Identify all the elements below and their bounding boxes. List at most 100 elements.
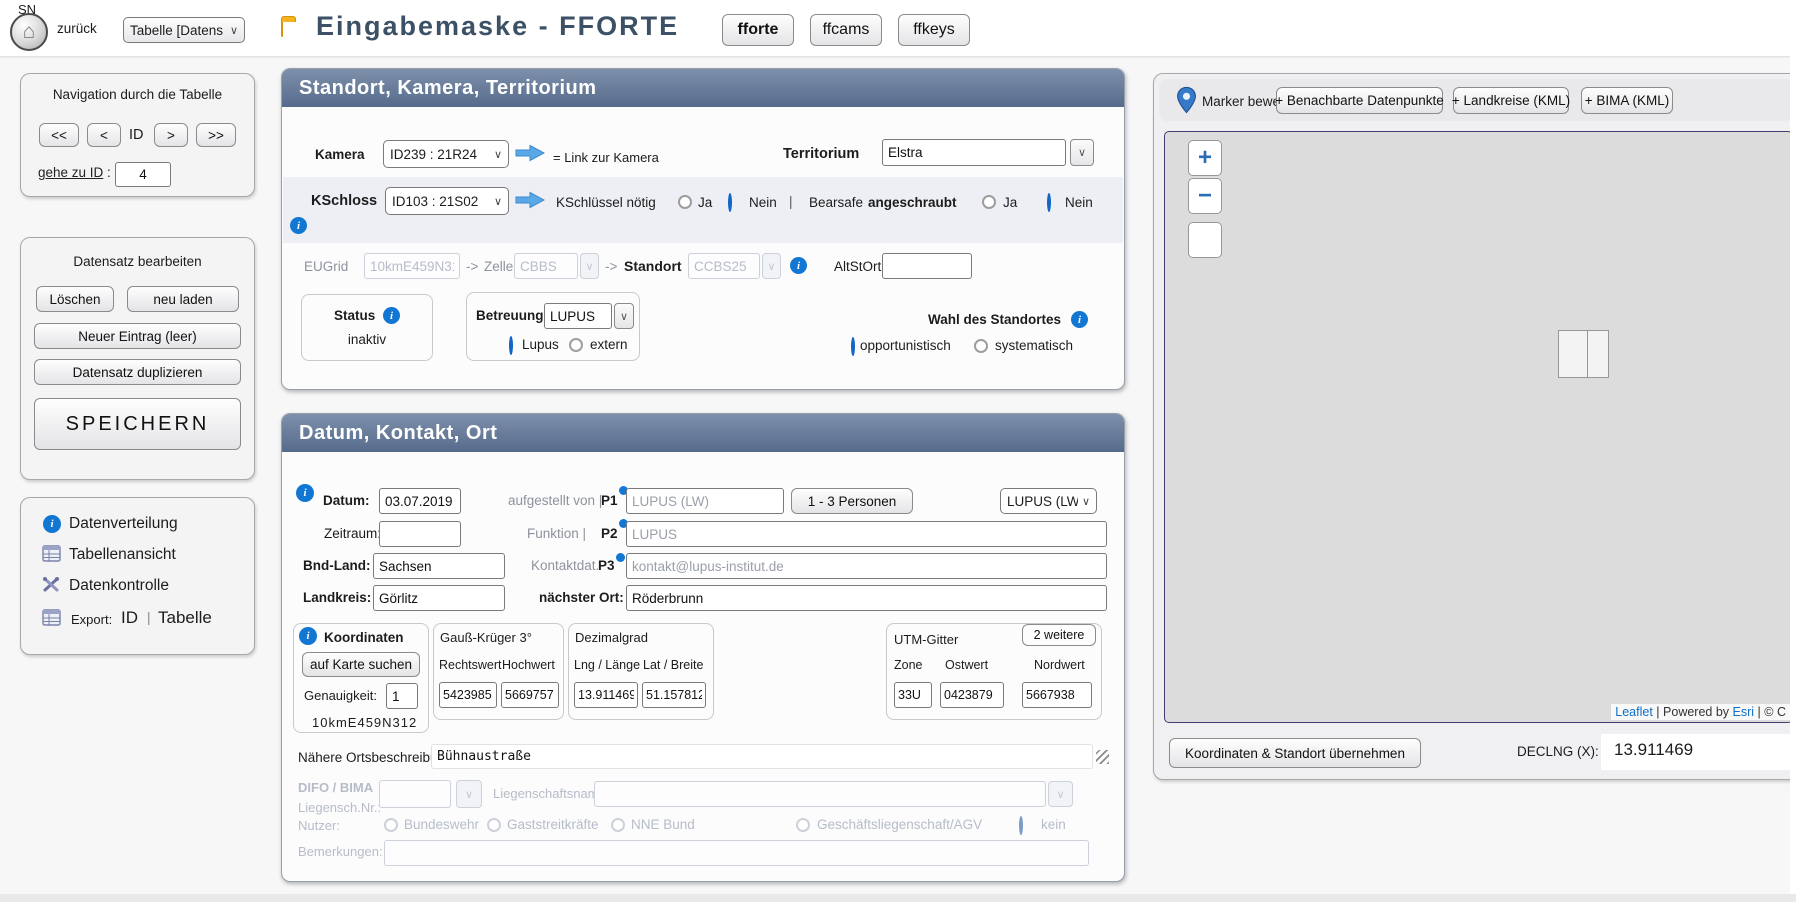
kschluessel-nein-radio[interactable] (728, 193, 732, 212)
genauigkeit-input[interactable] (386, 683, 418, 709)
nordwert-input[interactable] (1022, 682, 1092, 708)
territorium-dropdown-button[interactable]: ∨ (1070, 139, 1094, 166)
map-extra-control[interactable] (1188, 222, 1222, 258)
kamera-select[interactable]: ID239 : 21R24 ∨ (383, 140, 509, 168)
chevron-down-icon: ∨ (620, 310, 628, 323)
chevron-down-icon: ∨ (494, 148, 502, 161)
export-tabelle-link[interactable]: Tabelle (158, 608, 212, 628)
bima-kml-button[interactable]: + BIMA (KML) (1581, 87, 1673, 114)
lng-input[interactable] (574, 682, 638, 708)
zeitraum-label: Zeitraum: (324, 526, 381, 541)
nutzer-nne-bund-radio (611, 818, 625, 832)
status-info-icon[interactable]: i (383, 307, 400, 324)
personen-button[interactable]: 1 - 3 Personen (791, 488, 913, 514)
datenverteilung-link[interactable]: Datenverteilung (69, 515, 178, 533)
zone-input[interactable] (894, 682, 932, 708)
p2-input[interactable] (626, 521, 1107, 547)
bearsafe-ja-radio[interactable] (982, 195, 996, 209)
app-button-fforte[interactable]: fforte (722, 14, 794, 46)
table-select[interactable]: Tabelle [Datens ∨ (123, 17, 245, 43)
zoom-out-button[interactable]: − (1188, 178, 1222, 214)
datenkontrolle-link[interactable]: Datenkontrolle (69, 577, 169, 595)
ort-input[interactable] (626, 585, 1107, 611)
chevron-down-icon: ∨ (585, 260, 593, 273)
nav-first-button[interactable]: << (39, 123, 79, 147)
app-button-ffcams[interactable]: ffcams (810, 14, 882, 46)
delete-button[interactable]: Löschen (36, 286, 114, 312)
folder-icon (281, 20, 283, 37)
p1-select[interactable]: LUPUS (LW ∨ (1000, 488, 1097, 514)
tabellenansicht-link[interactable]: Tabellenansicht (69, 546, 176, 564)
p3-input[interactable] (626, 553, 1107, 579)
hochwert-input[interactable] (501, 682, 559, 708)
nutzer-gaststreitkraefte-label: Gaststreitkräfte (507, 817, 599, 832)
chevron-down-icon: ∨ (465, 788, 473, 801)
new-entry-button[interactable]: Neuer Eintrag (leer) (34, 323, 241, 349)
betreuung-dropdown-button[interactable]: ∨ (614, 303, 634, 329)
datum-info-icon[interactable]: i (296, 484, 314, 502)
datum-input[interactable] (379, 488, 461, 514)
kschloss-link-arrow-icon[interactable] (515, 191, 545, 209)
chevron-down-icon: ∨ (767, 260, 775, 273)
betreuung-lupus-radio[interactable] (509, 336, 513, 355)
bearsafe-nein-radio[interactable] (1047, 193, 1051, 212)
betreuung-lupus-label: Lupus (522, 337, 559, 352)
landkreis-label: Landkreis: (303, 590, 371, 605)
nav-prev-button[interactable]: < (87, 123, 121, 147)
camera-link-arrow-icon[interactable] (515, 144, 545, 162)
koordinaten-uebernehmen-button[interactable]: Koordinaten & Standort übernehmen (1169, 738, 1421, 768)
map-canvas[interactable]: + − Leaflet | Powered by Esri | © C (1164, 131, 1793, 723)
betreuung-extern-radio[interactable] (569, 338, 583, 352)
rechtswert-input[interactable] (439, 682, 497, 708)
lat-input[interactable] (642, 682, 706, 708)
ostwert-input[interactable] (940, 682, 1004, 708)
kschluessel-ja-radio[interactable] (678, 195, 692, 209)
nav-next-button[interactable]: > (154, 123, 188, 147)
utm-weitere-button[interactable]: 2 weitere (1022, 624, 1096, 646)
resize-handle[interactable] (1096, 750, 1109, 764)
export-table-icon (42, 609, 61, 626)
kschloss-info-icon[interactable]: i (290, 217, 307, 234)
altstort-input[interactable] (882, 253, 972, 279)
koordinaten-info-icon[interactable]: i (299, 627, 317, 645)
dezimalgrad-title: Dezimalgrad (575, 630, 648, 645)
wahl-systematisch-label: systematisch (995, 338, 1073, 353)
home-button[interactable]: ⌂ (10, 13, 48, 51)
zoom-in-button[interactable]: + (1188, 140, 1222, 176)
territorium-label: Territorium (783, 146, 859, 162)
chevron-down-icon: ∨ (1078, 146, 1086, 159)
goto-id-link[interactable]: gehe zu ID (38, 165, 103, 180)
wahl-info-icon[interactable]: i (1071, 311, 1088, 328)
leaflet-link[interactable]: Leaflet (1615, 705, 1653, 719)
export-id-link[interactable]: ID (121, 608, 138, 628)
liegenschaftsname-label: Liegenschaftsname: (493, 786, 609, 801)
nav-last-button[interactable]: >> (196, 123, 236, 147)
standort-info-icon[interactable]: i (790, 257, 807, 274)
karte-suchen-button[interactable]: auf Karte suchen (302, 652, 420, 677)
wahl-opportunistisch-radio[interactable] (851, 337, 855, 356)
nav-id-label: ID (129, 127, 144, 143)
landkreis-input[interactable] (373, 585, 505, 611)
lat-label: Lat / Breite (643, 658, 703, 672)
back-link[interactable]: zurück (57, 21, 97, 36)
zeitraum-input[interactable] (379, 521, 461, 547)
betreuung-input[interactable] (544, 303, 612, 329)
goto-id-input[interactable] (115, 162, 171, 187)
landkreise-kml-button[interactable]: + Landkreise (KML) (1453, 87, 1569, 114)
save-button[interactable]: SPEICHERN (34, 398, 241, 450)
datenpunkte-button[interactable]: + Benachbarte Datenpunkte (1276, 87, 1443, 114)
reload-button[interactable]: neu laden (127, 286, 239, 312)
ortsbeschreibung-input[interactable] (431, 744, 1093, 769)
app-button-ffkeys[interactable]: ffkeys (898, 14, 970, 46)
esri-link[interactable]: Esri (1733, 705, 1755, 719)
gauss-krueger-title: Gauß-Krüger 3° (440, 630, 532, 645)
p3-info-icon[interactable] (616, 553, 625, 562)
wahl-systematisch-radio[interactable] (974, 339, 988, 353)
duplicate-button[interactable]: Datensatz duplizieren (34, 359, 241, 385)
bndland-input[interactable] (373, 553, 505, 579)
kschloss-select[interactable]: ID103 : 21S02 ∨ (385, 187, 509, 215)
p1-select-value: LUPUS (LW (1007, 494, 1078, 509)
p1-input[interactable] (626, 488, 784, 514)
wahl-opportunistisch-label: opportunistisch (860, 338, 951, 353)
territorium-input[interactable] (882, 139, 1066, 166)
